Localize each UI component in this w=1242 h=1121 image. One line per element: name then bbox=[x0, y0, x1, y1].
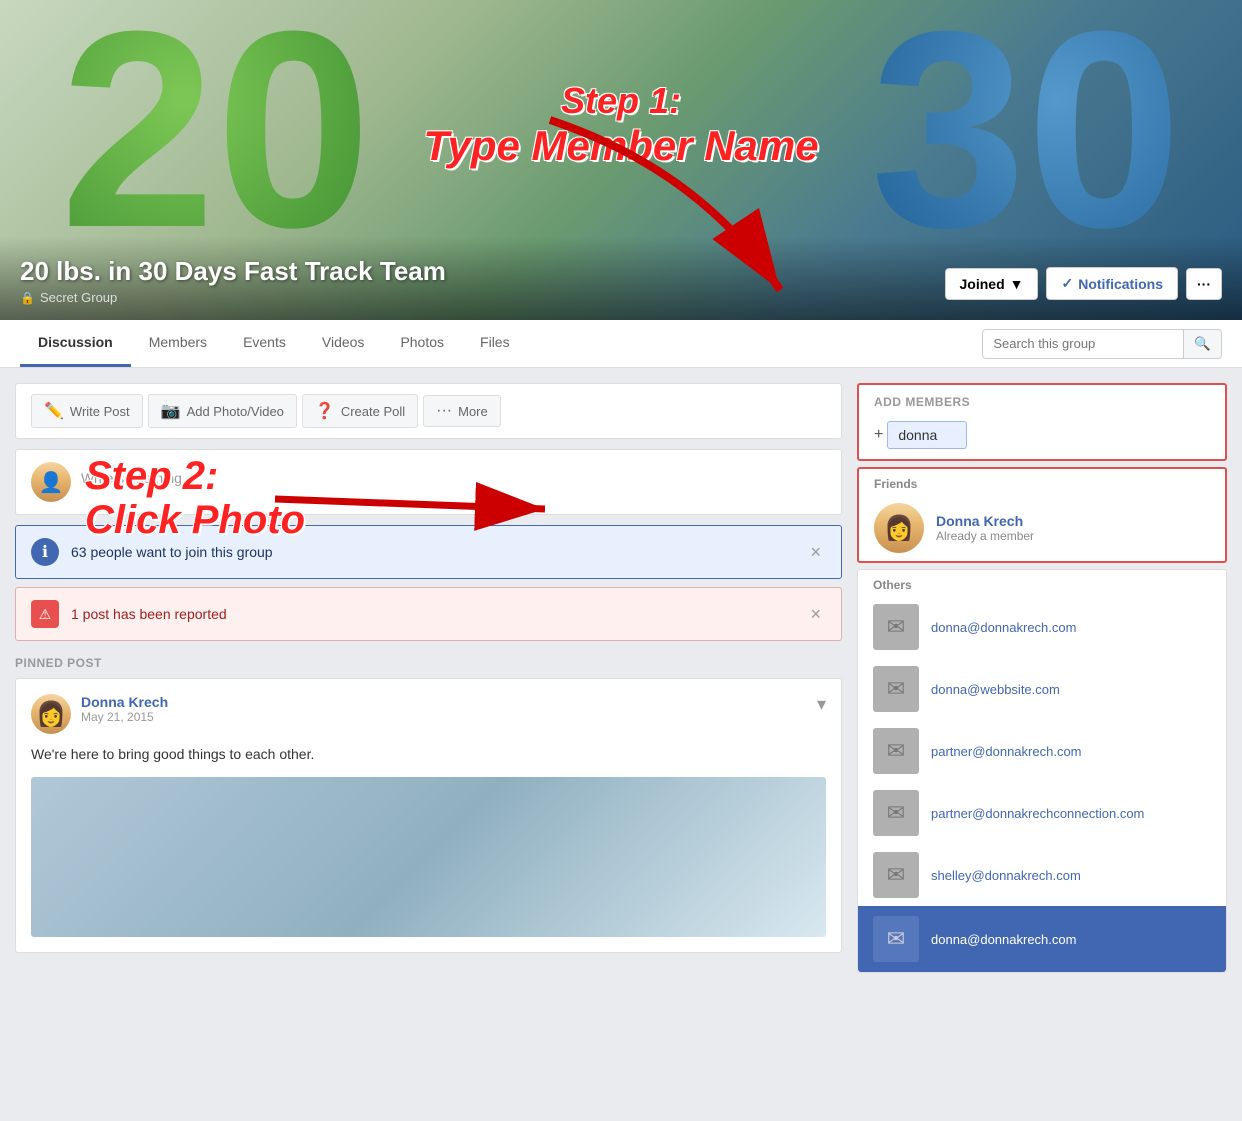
poll-icon: ❓ bbox=[315, 401, 335, 421]
banner-close-button[interactable]: × bbox=[805, 542, 826, 563]
post-image bbox=[31, 777, 826, 937]
email-avatar-1: ✉ bbox=[873, 604, 919, 650]
nav-bar: Discussion Members Events Videos Photos … bbox=[0, 320, 1242, 368]
left-column: ✏️ Write Post 📷 Add Photo/Video ❓ Create… bbox=[15, 383, 842, 973]
create-poll-button[interactable]: ❓ Create Poll bbox=[302, 394, 418, 428]
group-search[interactable]: 🔍 bbox=[982, 329, 1222, 359]
other-item-3[interactable]: ✉ partner@donnakrech.com bbox=[858, 720, 1226, 782]
tab-events[interactable]: Events bbox=[225, 320, 304, 367]
plus-icon: + bbox=[874, 426, 883, 444]
step1-line1: Step 1: bbox=[423, 80, 818, 122]
others-section: Others ✉ donna@donnakrech.com ✉ donna@we… bbox=[857, 569, 1227, 973]
more-dots-button[interactable]: ··· bbox=[1186, 268, 1222, 300]
friend-item[interactable]: 👩 Donna Krech Already a member bbox=[859, 495, 1225, 561]
friends-label: Friends bbox=[859, 469, 1225, 495]
add-members-input[interactable]: donna bbox=[887, 421, 967, 449]
other-email-4: partner@donnakrechconnection.com bbox=[931, 806, 1144, 821]
other-email-2: donna@webbsite.com bbox=[931, 682, 1060, 697]
pinned-post-card: 👩 Donna Krech May 21, 2015 ▾ We're here … bbox=[15, 678, 842, 953]
cover-group-info: 20 lbs. in 30 Days Fast Track Team 🔒 Sec… bbox=[0, 236, 1242, 320]
compose-area: 👤 Write something... Step 2: Click Photo bbox=[15, 449, 842, 515]
tab-members[interactable]: Members bbox=[131, 320, 225, 367]
tab-discussion[interactable]: Discussion bbox=[20, 320, 131, 367]
friend-status: Already a member bbox=[936, 529, 1210, 543]
chevron-down-icon: ▼ bbox=[1010, 276, 1024, 292]
search-button[interactable]: 🔍 bbox=[1183, 330, 1221, 358]
others-label: Others bbox=[858, 570, 1226, 596]
tab-videos[interactable]: Videos bbox=[304, 320, 383, 367]
add-photo-button[interactable]: 📷 Add Photo/Video bbox=[148, 394, 297, 428]
post-author-info: Donna Krech May 21, 2015 bbox=[81, 694, 807, 724]
camera-icon: 📷 bbox=[161, 401, 181, 421]
post-header: 👩 Donna Krech May 21, 2015 ▾ bbox=[31, 694, 826, 734]
post-menu-button[interactable]: ▾ bbox=[817, 694, 826, 715]
group-type: 🔒 Secret Group bbox=[20, 290, 446, 305]
pinned-post-label: PINNED POST bbox=[15, 656, 842, 670]
friend-avatar: 👩 bbox=[874, 503, 924, 553]
report-banner-close[interactable]: × bbox=[805, 604, 826, 625]
cover-buttons: Joined ▼ ✓ Notifications ··· bbox=[945, 267, 1223, 300]
email-avatar-6: ✉ bbox=[873, 916, 919, 962]
other-email-1: donna@donnakrech.com bbox=[931, 620, 1076, 635]
pencil-icon: ✏️ bbox=[44, 401, 64, 421]
current-user-avatar: 👤 bbox=[31, 462, 71, 502]
join-request-text: 63 people want to join this group bbox=[71, 544, 793, 560]
checkmark-icon: ✓ bbox=[1061, 275, 1073, 292]
email-avatar-5: ✉ bbox=[873, 852, 919, 898]
cover-area: 20 30 Step 1: Type Member Name 20 lbs. i… bbox=[0, 0, 1242, 320]
report-banner: ⚠ 1 post has been reported × bbox=[15, 587, 842, 641]
nav-tabs: Discussion Members Events Videos Photos … bbox=[20, 320, 528, 367]
friends-section: Friends 👩 Donna Krech Already a member bbox=[857, 467, 1227, 563]
email-avatar-4: ✉ bbox=[873, 790, 919, 836]
avatar-image: 👤 bbox=[31, 462, 71, 502]
author-avatar-image: 👩 bbox=[31, 694, 71, 734]
email-avatar-2: ✉ bbox=[873, 666, 919, 712]
friend-info: Donna Krech Already a member bbox=[936, 513, 1210, 543]
write-post-button[interactable]: ✏️ Write Post bbox=[31, 394, 143, 428]
step1-overlay: Step 1: Type Member Name bbox=[423, 80, 818, 170]
other-item-2[interactable]: ✉ donna@webbsite.com bbox=[858, 658, 1226, 720]
info-icon: ℹ bbox=[31, 538, 59, 566]
more-button[interactable]: ··· More bbox=[423, 395, 501, 427]
other-email-5: shelley@donnakrech.com bbox=[931, 868, 1081, 883]
tab-photos[interactable]: Photos bbox=[382, 320, 462, 367]
dots-icon: ··· bbox=[436, 402, 452, 420]
other-email-3: partner@donnakrech.com bbox=[931, 744, 1082, 759]
post-date: May 21, 2015 bbox=[81, 710, 807, 724]
post-author-avatar: 👩 bbox=[31, 694, 71, 734]
other-item-5[interactable]: ✉ shelley@donnakrech.com bbox=[858, 844, 1226, 906]
add-members-header: ADD MEMBERS bbox=[859, 385, 1225, 415]
other-item-4[interactable]: ✉ partner@donnakrechconnection.com bbox=[858, 782, 1226, 844]
post-text: We're here to bring good things to each … bbox=[31, 744, 826, 765]
join-request-banner: ℹ 63 people want to join this group × bbox=[15, 525, 842, 579]
friend-name: Donna Krech bbox=[936, 513, 1210, 529]
friend-avatar-image: 👩 bbox=[874, 503, 924, 553]
other-email-6: donna@donnakrech.com bbox=[931, 932, 1076, 947]
other-item-6[interactable]: ✉ donna@donnakrech.com bbox=[858, 906, 1226, 972]
email-avatar-3: ✉ bbox=[873, 728, 919, 774]
post-compose: 👤 Write something... bbox=[15, 449, 842, 515]
add-members-input-row: + donna bbox=[859, 415, 1225, 459]
other-item-1[interactable]: ✉ donna@donnakrech.com bbox=[858, 596, 1226, 658]
report-text: 1 post has been reported bbox=[71, 606, 793, 622]
main-content: ✏️ Write Post 📷 Add Photo/Video ❓ Create… bbox=[0, 368, 1242, 988]
post-author-name[interactable]: Donna Krech bbox=[81, 694, 807, 710]
notifications-button[interactable]: ✓ Notifications bbox=[1046, 267, 1178, 300]
tab-files[interactable]: Files bbox=[462, 320, 528, 367]
search-input[interactable] bbox=[983, 330, 1183, 357]
joined-button[interactable]: Joined ▼ bbox=[945, 268, 1039, 300]
right-column: ADD MEMBERS + donna Friends 👩 Donna Krec… bbox=[857, 383, 1227, 973]
lock-icon: 🔒 bbox=[20, 291, 35, 305]
post-actions-bar: ✏️ Write Post 📷 Add Photo/Video ❓ Create… bbox=[15, 383, 842, 439]
warning-icon: ⚠ bbox=[31, 600, 59, 628]
step1-line2: Type Member Name bbox=[423, 122, 818, 170]
compose-placeholder[interactable]: Write something... bbox=[81, 462, 194, 494]
add-members-panel: ADD MEMBERS + donna bbox=[857, 383, 1227, 461]
group-name: 20 lbs. in 30 Days Fast Track Team bbox=[20, 256, 446, 287]
